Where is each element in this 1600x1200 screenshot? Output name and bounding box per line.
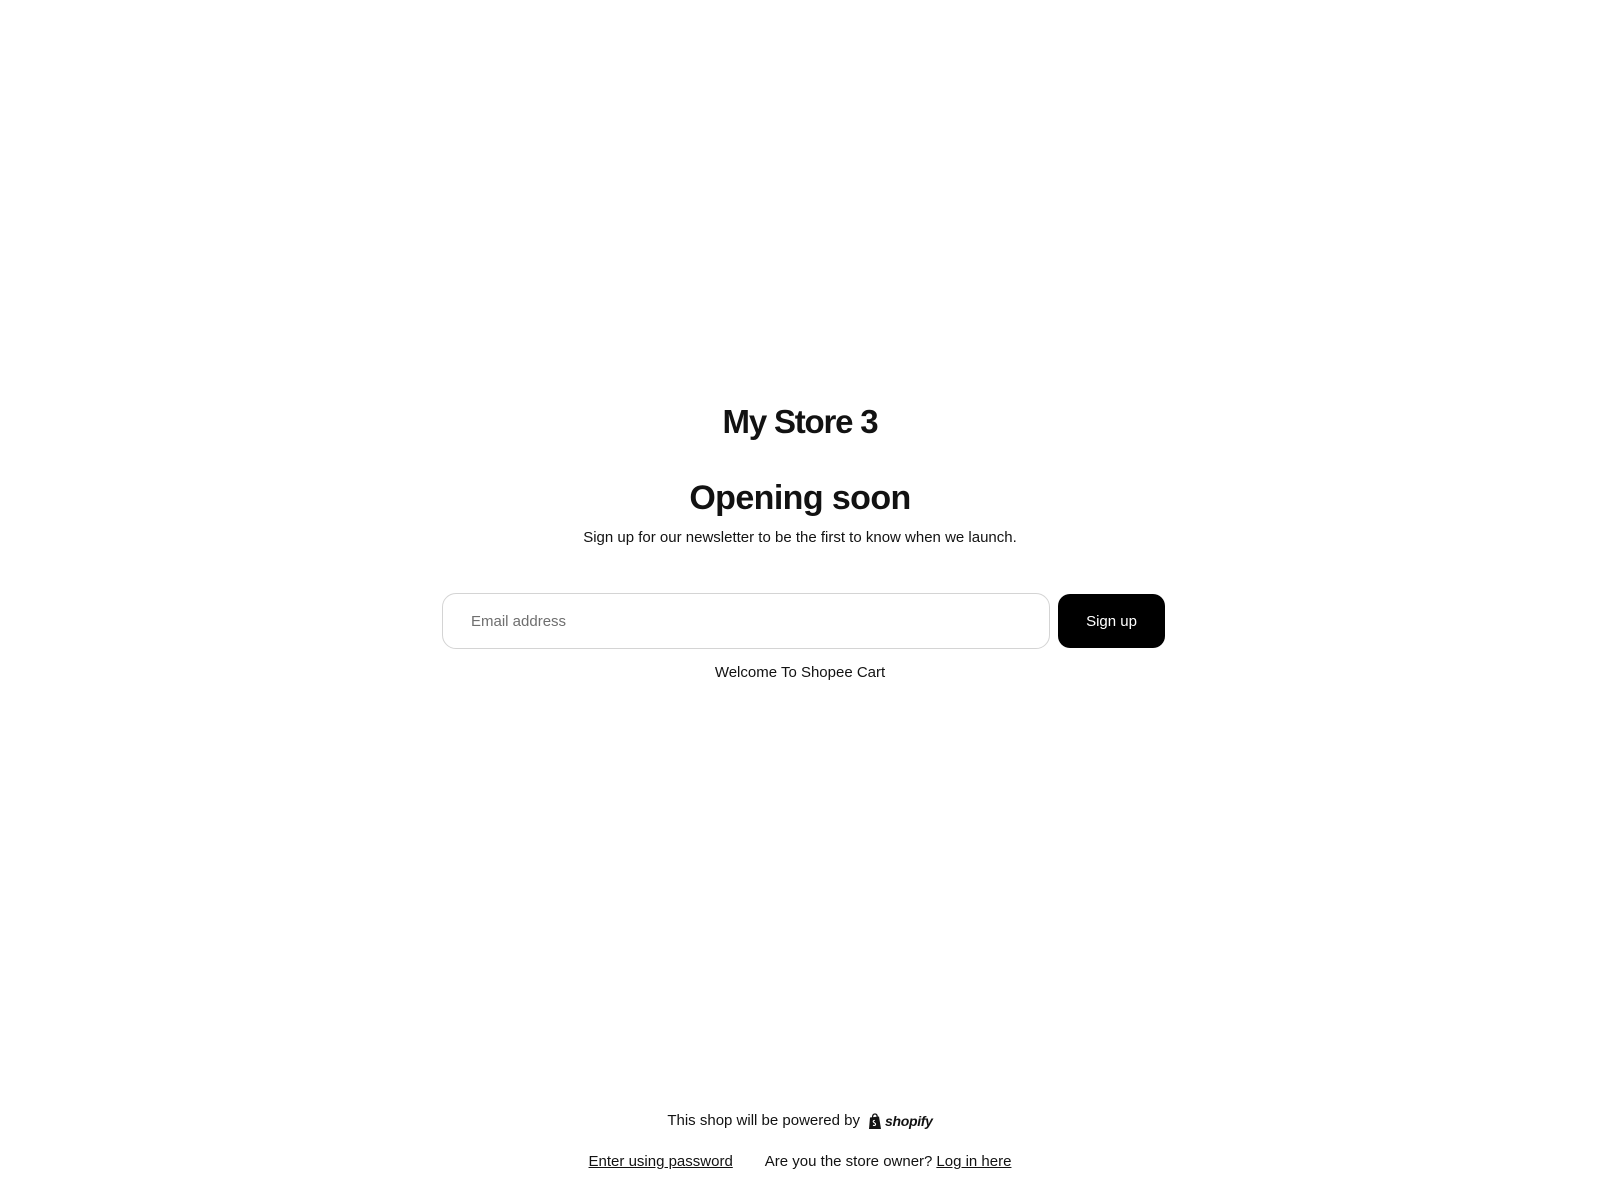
powered-by-text: This shop will be powered by — [667, 1112, 860, 1129]
login-link[interactable]: Log in here — [936, 1151, 1011, 1173]
owner-question: Are you the store owner? — [764, 1153, 933, 1170]
newsletter-description: Sign up for our newsletter to be the fir… — [583, 529, 1017, 546]
email-input[interactable] — [442, 593, 1050, 649]
powered-by: This shop will be powered by shopify — [0, 1110, 1600, 1132]
welcome-message: Welcome To Shopee Cart — [714, 664, 886, 681]
store-owner-login: Are you the store owner? Log in here — [765, 1151, 1012, 1173]
footer-links: Enter using password Are you the store o… — [0, 1151, 1600, 1173]
signup-button[interactable]: Sign up — [1058, 594, 1165, 648]
newsletter-form: Sign up — [442, 593, 1166, 649]
page-title: Opening soon — [689, 479, 911, 517]
store-name: My Store 3 — [722, 403, 879, 440]
shopify-wordmark: shopify — [884, 1113, 933, 1129]
shopify-logo-link[interactable]: shopify — [868, 1110, 933, 1132]
enter-password-link[interactable]: Enter using password — [589, 1151, 733, 1173]
shopify-bag-icon — [868, 1112, 881, 1129]
